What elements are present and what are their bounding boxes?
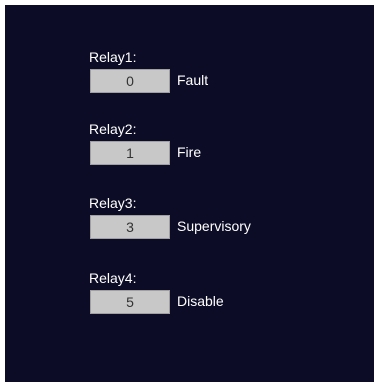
relay-4-label: Relay4:: [89, 270, 137, 286]
relay-2-value-field[interactable]: 1: [90, 141, 170, 165]
relay-3-description: Supervisory: [177, 218, 251, 234]
relay-1-description: Fault: [177, 72, 209, 88]
relay-2-label: Relay2:: [89, 121, 137, 137]
relay-3-value-field[interactable]: 3: [90, 215, 170, 239]
relay-2-description: Fire: [177, 144, 202, 160]
relay-config-panel: Relay1: 0 Fault Relay2: 1 Fire Relay3: 3…: [5, 5, 374, 382]
relay-4-value-field[interactable]: 5: [90, 290, 170, 314]
relay-1-label: Relay1:: [89, 49, 137, 65]
relay-4-description: Disable: [177, 293, 224, 309]
relay-3-label: Relay3:: [89, 195, 137, 211]
relay-1-value-field[interactable]: 0: [90, 69, 170, 93]
